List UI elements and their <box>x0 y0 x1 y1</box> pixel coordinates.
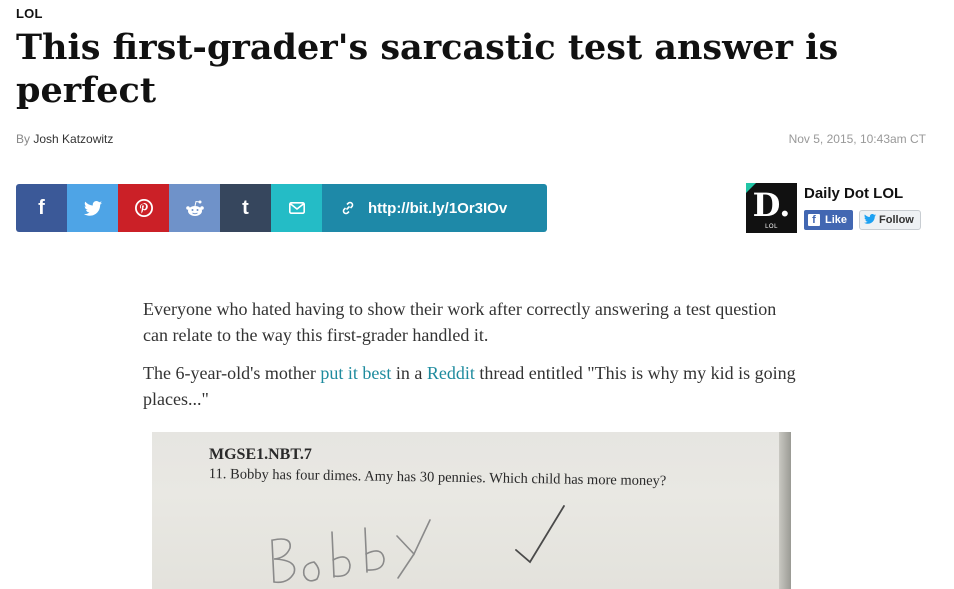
reddit-alien-icon <box>185 200 205 217</box>
facebook-icon: f <box>38 196 45 219</box>
copy-short-link-button[interactable]: http://bit.ly/1Or3IOv <box>322 184 547 232</box>
section-label[interactable]: LOL <box>16 6 43 21</box>
link-chain-icon <box>340 200 356 216</box>
article-headline: This first-grader's sarcastic test answe… <box>16 27 839 111</box>
pinterest-icon <box>134 199 153 217</box>
reddit-link[interactable]: Reddit <box>427 363 475 383</box>
brand-widget: D. LOL Daily Dot LOL f Like Follow <box>746 183 936 235</box>
checkmark-icon <box>515 505 565 564</box>
test-answer-photo: MGSE1.NBT.7 11. Bobby has four dimes. Am… <box>152 432 791 589</box>
short-link-text: http://bit.ly/1Or3IOv <box>368 199 508 217</box>
share-tumblr-button[interactable]: t <box>220 184 271 232</box>
facebook-like-button[interactable]: f Like <box>804 210 854 230</box>
share-reddit-button[interactable] <box>169 184 220 232</box>
share-facebook-button[interactable]: f <box>16 184 67 232</box>
p2-text-mid: in a <box>391 363 427 383</box>
paragraph-1: Everyone who hated having to show their … <box>143 299 777 345</box>
publish-date: Nov 5, 2015, 10:43am CT <box>788 132 926 146</box>
twitter-bird-icon <box>864 213 879 227</box>
logo-letter: D. <box>752 186 791 224</box>
share-bar: f t http://bit.ly/1Or3IOv <box>16 184 547 232</box>
daily-dot-logo[interactable]: D. LOL <box>746 183 797 233</box>
logo-sub-label: LOL <box>765 224 778 230</box>
p2-text-start: The 6-year-old's mother <box>143 363 321 383</box>
share-email-button[interactable] <box>271 184 322 232</box>
brand-name[interactable]: Daily Dot LOL <box>804 185 903 202</box>
put-it-best-link[interactable]: put it best <box>320 363 391 383</box>
facebook-like-label: Like <box>825 214 848 226</box>
handwritten-answer-bobby <box>271 519 431 584</box>
paragraph-2: The 6-year-old's mother put it best in a… <box>143 360 803 412</box>
brand-actions: f Like Follow <box>804 210 921 230</box>
byline: By Josh Katzowitz <box>16 132 113 146</box>
tumblr-icon: t <box>242 196 249 219</box>
twitter-bird-icon <box>83 200 102 216</box>
share-pinterest-button[interactable] <box>118 184 169 232</box>
handwriting-layer <box>271 505 565 584</box>
twitter-follow-button[interactable]: Follow <box>859 210 921 230</box>
share-twitter-button[interactable] <box>67 184 118 232</box>
byline-prefix: By <box>16 132 31 146</box>
facebook-icon: f <box>808 214 820 226</box>
twitter-follow-label: Follow <box>879 214 914 226</box>
envelope-icon <box>288 202 305 214</box>
article-body: Everyone who hated having to show their … <box>143 296 803 424</box>
author-link[interactable]: Josh Katzowitz <box>33 132 113 146</box>
